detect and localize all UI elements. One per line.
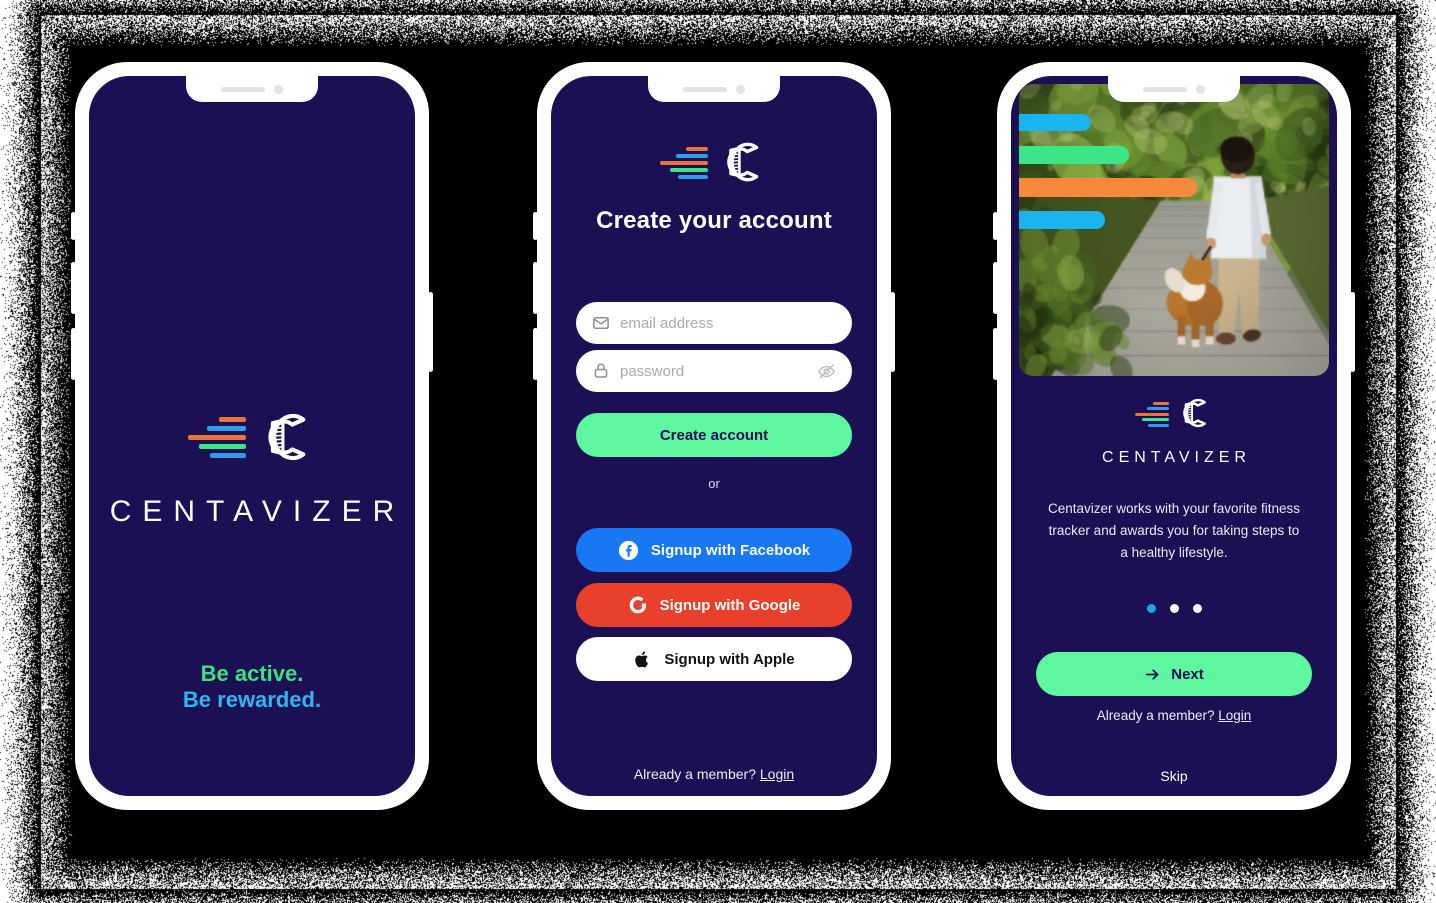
phone-mute-switch (71, 212, 76, 240)
signup-facebook-label: Signup with Facebook (651, 542, 810, 559)
arrow-right-icon (1144, 666, 1161, 683)
phone-mute-switch (993, 212, 998, 240)
lock-icon (592, 362, 610, 380)
signup-google-button[interactable]: Signup with Google (576, 583, 852, 627)
envelope-icon (592, 314, 610, 332)
pagination-dot-2[interactable] (1170, 604, 1179, 613)
google-icon (628, 595, 648, 615)
logo-coin-icon (1175, 394, 1213, 437)
splash-screen: CENTAVIZER Be active. Be rewarded. (89, 76, 415, 796)
front-camera-icon (274, 85, 283, 94)
phone-notch (186, 76, 318, 102)
centavizer-logo-icon (89, 406, 415, 473)
onboarding-screen: CENTAVIZER Centavizer works with your fa… (1011, 76, 1337, 796)
email-placeholder: email address (620, 315, 836, 332)
member-prefix: Already a member? (1097, 708, 1215, 723)
apple-icon (633, 649, 652, 670)
create-account-button[interactable]: Create account (576, 413, 852, 457)
logo-coin-icon (716, 136, 768, 193)
phone-volume-up-button (993, 262, 998, 314)
earpiece-speaker-icon (221, 87, 265, 92)
phone-power-button (428, 292, 433, 372)
login-link[interactable]: Login (760, 766, 794, 782)
divider-label: or (551, 476, 877, 491)
login-link[interactable]: Login (1218, 708, 1251, 723)
phone-mute-switch (533, 212, 538, 240)
tagline-line-2: Be rewarded. (89, 687, 415, 713)
front-camera-icon (736, 85, 745, 94)
pagination-dot-1[interactable] (1147, 604, 1156, 613)
phone-volume-down-button (993, 328, 998, 380)
signup-facebook-button[interactable]: Signup with Facebook (576, 528, 852, 572)
front-camera-icon (1196, 85, 1205, 94)
page-title: Create your account (551, 207, 877, 235)
member-prefix: Already a member? (634, 766, 756, 782)
password-placeholder: password (620, 363, 817, 380)
hero-bar-1 (1019, 114, 1091, 131)
phone-volume-up-button (533, 262, 538, 314)
earpiece-speaker-icon (683, 87, 727, 92)
hero-bar-4 (1019, 211, 1105, 229)
earpiece-speaker-icon (1143, 87, 1187, 92)
phone-volume-down-button (533, 328, 538, 380)
onboarding-hero-image (1019, 84, 1329, 376)
member-login-line: Already a member? Login (551, 766, 877, 782)
hero-bar-2 (1019, 146, 1129, 164)
eye-off-icon[interactable] (817, 362, 836, 381)
next-button-label: Next (1171, 666, 1204, 683)
signup-apple-button[interactable]: Signup with Apple (576, 637, 852, 681)
next-button[interactable]: Next (1036, 652, 1312, 696)
phone-power-button (1350, 292, 1355, 372)
logo-coin-icon (255, 406, 317, 473)
splash-tagline: Be active. Be rewarded. (89, 661, 415, 713)
onboarding-brand-block: CENTAVIZER (1011, 394, 1337, 467)
member-login-line: Already a member? Login (1011, 708, 1337, 723)
phone-notch (648, 76, 780, 102)
signup-google-label: Signup with Google (660, 597, 801, 614)
skip-button[interactable]: Skip (1011, 768, 1337, 784)
phone-volume-down-button (71, 328, 76, 380)
phone-signup: Create your account email address passwo… (537, 62, 891, 810)
phone-onboarding: CENTAVIZER Centavizer works with your fa… (997, 62, 1351, 810)
pagination-dot-3[interactable] (1193, 604, 1202, 613)
logo-speed-bars-icon (660, 147, 708, 183)
hero-bar-3 (1019, 178, 1197, 197)
signup-header: Create your account (551, 136, 877, 235)
phone-notch (1108, 76, 1240, 102)
password-field[interactable]: password (576, 350, 852, 392)
signup-screen: Create your account email address passwo… (551, 76, 877, 796)
tagline-line-1: Be active. (89, 661, 415, 687)
pagination-dots[interactable] (1011, 604, 1337, 613)
phone-splash: CENTAVIZER Be active. Be rewarded. (75, 62, 429, 810)
phone-power-button (890, 292, 895, 372)
facebook-icon (618, 540, 639, 561)
phone-mockup-stage: CENTAVIZER Be active. Be rewarded. Creat… (0, 0, 1436, 903)
onboarding-description: Centavizer works with your favorite fitn… (1045, 498, 1303, 564)
brand-wordmark: CENTAVIZER (1011, 449, 1337, 467)
logo-speed-bars-icon (188, 417, 246, 462)
splash-brand-block: CENTAVIZER (89, 406, 415, 529)
logo-speed-bars-icon (1135, 402, 1169, 429)
email-field[interactable]: email address (576, 302, 852, 344)
phone-volume-up-button (71, 262, 76, 314)
centavizer-logo-icon (551, 136, 877, 193)
brand-wordmark: CENTAVIZER (89, 495, 415, 529)
centavizer-logo-icon (1011, 394, 1337, 437)
signup-apple-label: Signup with Apple (664, 651, 794, 668)
